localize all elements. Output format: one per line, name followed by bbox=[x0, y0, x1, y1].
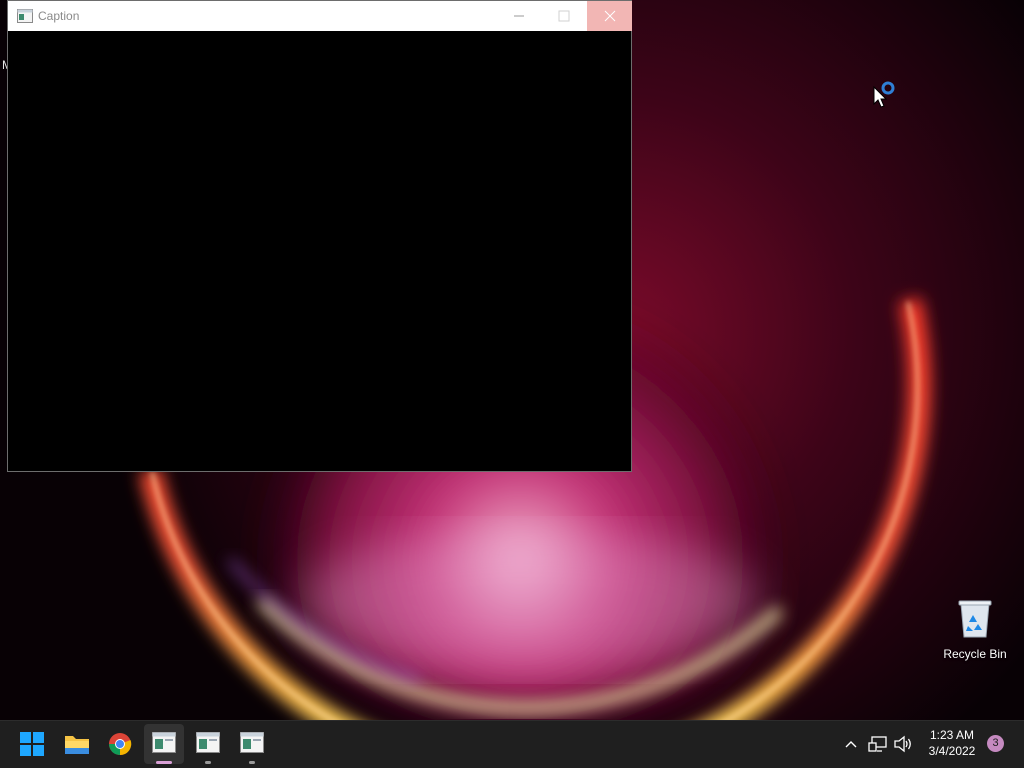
notification-badge[interactable]: 3 bbox=[987, 735, 1004, 752]
taskbar-app-window-2[interactable] bbox=[188, 724, 228, 764]
running-indicator bbox=[205, 761, 211, 764]
windows-start-icon bbox=[20, 732, 44, 756]
app-window-icon bbox=[17, 9, 33, 23]
window-title: Caption bbox=[38, 9, 80, 23]
minimize-button[interactable] bbox=[496, 1, 541, 31]
start-button[interactable] bbox=[12, 724, 52, 764]
close-button[interactable] bbox=[587, 1, 632, 31]
caption-window[interactable]: Caption bbox=[7, 0, 632, 472]
maximize-button[interactable] bbox=[541, 1, 586, 31]
app-window-icon bbox=[196, 732, 220, 753]
system-clock[interactable]: 1:23 AM 3/4/2022 bbox=[918, 727, 986, 759]
taskbar-app-window-3[interactable] bbox=[232, 724, 272, 764]
close-icon bbox=[604, 10, 616, 22]
recycle-bin-icon bbox=[958, 600, 992, 638]
app-window-icon bbox=[152, 732, 176, 753]
window-titlebar[interactable]: Caption bbox=[8, 1, 632, 31]
clock-date: 3/4/2022 bbox=[928, 744, 976, 758]
busy-cursor-icon bbox=[873, 81, 895, 108]
taskbar-app-window-1[interactable] bbox=[144, 724, 184, 764]
chrome-button[interactable] bbox=[100, 724, 140, 764]
volume-icon[interactable] bbox=[893, 734, 913, 754]
active-indicator bbox=[156, 761, 172, 764]
minimize-icon bbox=[514, 15, 524, 17]
network-icon[interactable] bbox=[868, 734, 888, 754]
running-indicator bbox=[249, 761, 255, 764]
chrome-icon bbox=[109, 733, 132, 756]
maximize-icon bbox=[558, 10, 570, 22]
desktop: M Recycle Bin Caption bbox=[0, 0, 1024, 720]
recycle-bin-shortcut[interactable]: Recycle Bin bbox=[938, 592, 1012, 666]
recycle-bin-label: Recycle Bin bbox=[943, 647, 1007, 661]
folder-icon bbox=[65, 736, 89, 754]
file-explorer-button[interactable] bbox=[56, 724, 96, 764]
window-client-area[interactable] bbox=[8, 31, 631, 471]
app-window-icon bbox=[240, 732, 264, 753]
clock-time: 1:23 AM bbox=[929, 728, 975, 742]
chevron-up-icon[interactable] bbox=[841, 734, 861, 754]
